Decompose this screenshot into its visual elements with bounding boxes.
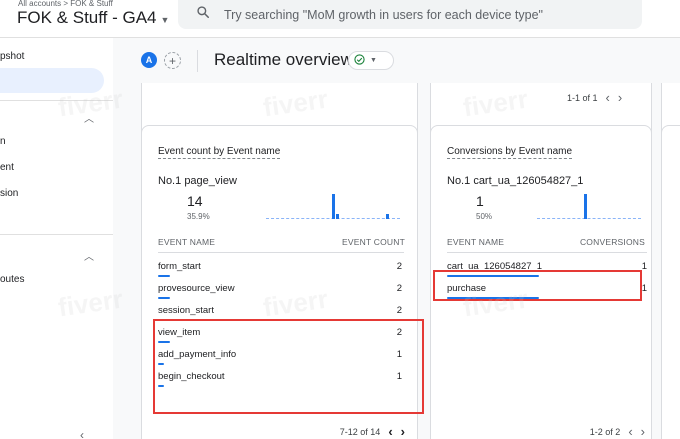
top-bar: All accounts > FOK & Stuff FOK & Stuff -… [0,0,680,38]
event-name-cell: session_start [158,305,214,316]
highlight-box [433,270,642,301]
event-name-cell: form_start [158,261,201,272]
sparkline [266,193,400,219]
sparkline [537,193,641,219]
sparkline-bar [386,214,389,219]
table-row[interactable]: form_start 2 [158,256,404,278]
status-dropdown[interactable]: ▼ [348,51,394,70]
top-event: No.1 cart_ua_126054827_1 [447,175,583,187]
prev-page-icon[interactable]: ‹ [388,424,392,439]
page-title: Realtime overview [214,50,353,69]
sparkline-bar [332,194,335,219]
sidebar-item-snapshot[interactable]: pshot [0,51,24,62]
header-divider [197,50,198,72]
event-value-cell: 1 [641,261,647,272]
sidebar: pshot ︿ n ent sion ︿ outes ‹ [0,38,113,439]
card-title[interactable]: Conversions by Event name [447,146,573,159]
pagination: 1-2 of 2 ‹ › [590,424,645,439]
top-rank: No.1 [158,175,182,187]
share-bar [158,275,170,277]
event-name-cell: provesource_view [158,283,235,294]
sidebar-item-acquisition[interactable]: n [0,136,6,147]
sparkline-baseline [537,218,641,219]
chevron-down-icon: ▼ [160,14,170,25]
sidebar-divider [0,234,113,235]
event-value-cell: 2 [396,283,402,294]
next-page-icon[interactable]: › [401,424,405,439]
column-header-event-name: EVENT NAME [447,237,505,247]
header-divider [447,252,647,253]
property-selector[interactable]: FOK & Stuff - GA4 ▼ [17,8,169,28]
card-title[interactable]: Event count by Event name [158,146,281,159]
pagination: 1-1 of 1 ‹ › [567,90,622,105]
search-bar[interactable] [178,0,642,29]
prev-page-icon[interactable]: ‹ [628,424,632,439]
top-conversion-percent: 50% [476,212,493,221]
pagination-label: 1-2 of 2 [589,426,621,437]
pagination: 7-12 of 14 ‹ › [340,424,405,439]
property-name: FOK & Stuff - GA4 [17,8,157,27]
sidebar-divider [0,100,113,101]
table-row[interactable]: provesource_view 2 [158,278,404,300]
header-divider [158,252,404,253]
sidebar-item-monetization[interactable]: sion [0,188,18,199]
search-input[interactable] [224,7,604,22]
caret-down-icon: ▼ [370,57,377,64]
event-value-cell: 1 [641,283,647,294]
column-header-conversions: CONVERSIONS [579,237,645,247]
next-page-icon[interactable]: › [641,424,645,439]
card-partial-edge [661,125,680,439]
top-conversion-count: 1 [476,193,484,209]
event-value-cell: 2 [396,305,402,316]
collapse-sidebar-icon[interactable]: ‹ [80,428,84,439]
top-event-count: 14 [187,193,203,209]
sidebar-item-engagement[interactable]: ent [0,162,14,173]
prev-page-icon[interactable]: ‹ [606,90,610,105]
top-event-percent: 35.9% [187,212,210,221]
highlight-box [153,319,424,414]
add-comparison-button[interactable]: + [164,52,181,69]
top-event: No.1 page_view [158,175,237,187]
main-content: A + Realtime overview ▼ 1-1 of 1 ‹ › Eve… [56,38,680,439]
top-event-name: cart_ua_126054827_1 [473,175,584,187]
top-rank: No.1 [447,175,471,187]
next-page-icon[interactable]: › [618,90,622,105]
pagination-label: 1-1 of 1 [567,92,598,103]
sparkline-bar [336,214,339,219]
event-value-cell: 2 [396,261,402,272]
column-header-event-count: EVENT COUNT [342,237,405,247]
pagination-label: 7-12 of 14 [339,426,381,437]
avatar[interactable]: A [141,52,157,68]
sparkline-bar [584,194,587,219]
chevron-up-icon[interactable]: ︿ [84,248,94,263]
search-icon [196,5,210,24]
share-bar [158,297,170,299]
check-circle-icon [354,52,365,70]
chevron-up-icon[interactable]: ︿ [84,110,94,125]
sidebar-item-realtime[interactable] [0,68,104,93]
sidebar-item-attributes[interactable]: outes [0,274,24,285]
column-header-event-name: EVENT NAME [158,237,216,247]
top-event-name: page_view [184,175,237,187]
breadcrumb[interactable]: All accounts > FOK & Stuff [18,0,113,8]
